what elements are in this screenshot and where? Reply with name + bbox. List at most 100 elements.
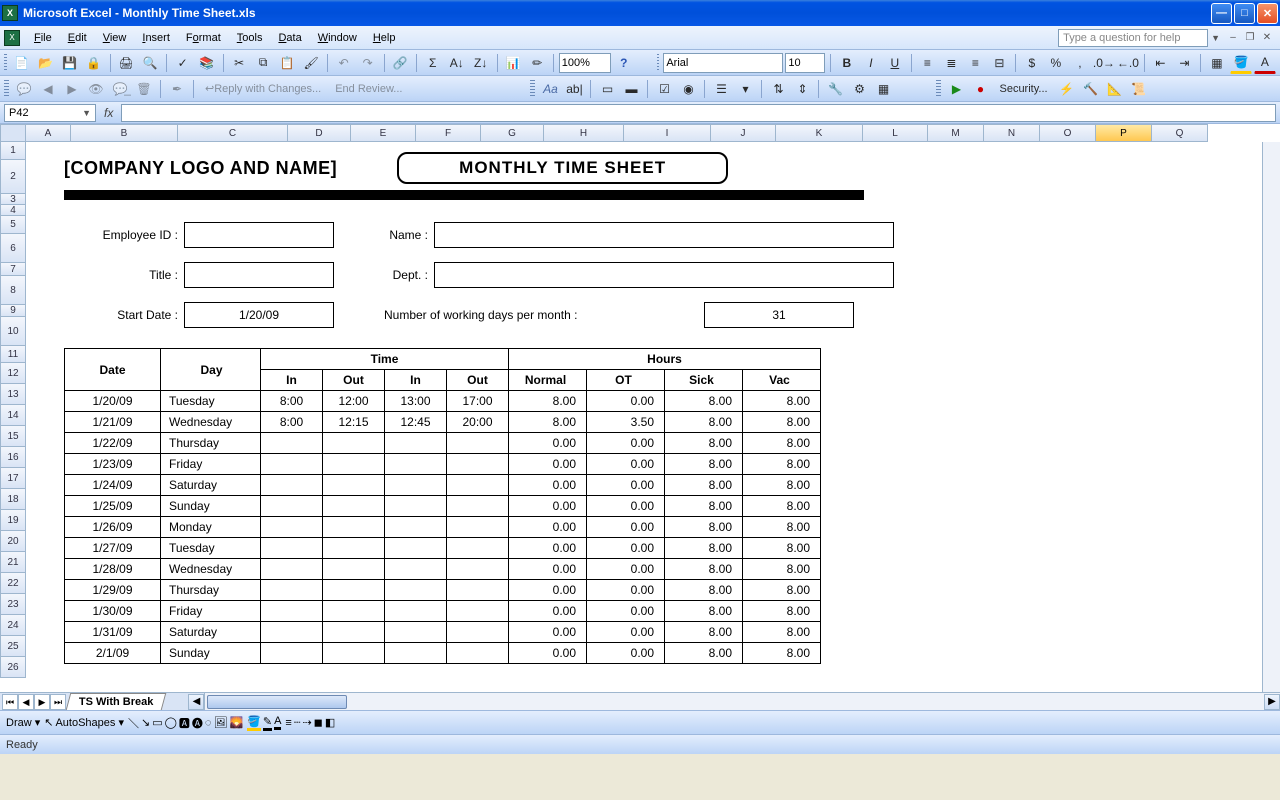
row-header-24[interactable]: 24 [0, 615, 26, 636]
row-header-26[interactable]: 26 [0, 657, 26, 678]
row-header-5[interactable]: 5 [0, 216, 26, 234]
cell[interactable]: 8.00 [665, 412, 743, 433]
cell[interactable]: Thursday [161, 580, 261, 601]
row-header-2[interactable]: 2 [0, 160, 26, 194]
cell[interactable]: 0.00 [587, 559, 665, 580]
cell[interactable]: 0.00 [509, 559, 587, 580]
col-header-B[interactable]: B [71, 124, 178, 142]
cell[interactable] [323, 475, 385, 496]
row-header-21[interactable]: 21 [0, 552, 26, 573]
increase-indent-icon[interactable]: ⇥ [1173, 52, 1195, 74]
cell[interactable] [323, 559, 385, 580]
scroll-left-icon[interactable]: ◀ [188, 694, 204, 710]
col-header-L[interactable]: L [863, 124, 928, 142]
cell[interactable]: 0.00 [587, 580, 665, 601]
cell[interactable]: 8.00 [665, 538, 743, 559]
toggle-grid-icon[interactable]: ▦ [872, 78, 894, 100]
cell[interactable] [323, 496, 385, 517]
cell[interactable] [447, 643, 509, 664]
show-all-comments-icon[interactable]: 💬̲ [109, 78, 131, 100]
row-header-13[interactable]: 13 [0, 384, 26, 405]
textbox-icon[interactable]: 🅰 [179, 715, 190, 731]
cell[interactable] [261, 622, 323, 643]
cell[interactable]: Sunday [161, 496, 261, 517]
cell[interactable]: 1/29/09 [65, 580, 161, 601]
cut-icon[interactable]: ✂ [228, 52, 250, 74]
zoom-combo[interactable] [559, 53, 611, 73]
cell[interactable] [323, 517, 385, 538]
col-header-O[interactable]: O [1040, 124, 1096, 142]
cell[interactable] [323, 580, 385, 601]
cell[interactable]: 8.00 [743, 433, 821, 454]
cell[interactable]: 1/22/09 [65, 433, 161, 454]
cell[interactable]: Sunday [161, 643, 261, 664]
cell[interactable] [447, 580, 509, 601]
cell[interactable]: 1/21/09 [65, 412, 161, 433]
cell[interactable]: 1/23/09 [65, 454, 161, 475]
cell[interactable] [447, 601, 509, 622]
cell[interactable]: Wednesday [161, 559, 261, 580]
minimize-button[interactable]: — [1211, 3, 1232, 24]
cell[interactable]: 17:00 [447, 391, 509, 412]
cell[interactable]: 8.00 [665, 433, 743, 454]
row-header-20[interactable]: 20 [0, 531, 26, 552]
cell[interactable]: 13:00 [385, 391, 447, 412]
font-size-combo[interactable] [785, 53, 825, 73]
worksheet-content[interactable]: [COMPANY LOGO AND NAME] MONTHLY TIME SHE… [26, 142, 894, 664]
name-field[interactable] [434, 222, 894, 248]
dash-style-icon[interactable]: ┄ [294, 716, 301, 729]
security-button[interactable]: Security... [993, 78, 1053, 100]
tab-nav-prev-icon[interactable]: ◀ [18, 694, 34, 710]
cell[interactable] [261, 601, 323, 622]
cell[interactable]: Thursday [161, 433, 261, 454]
cell[interactable] [447, 454, 509, 475]
drawing-icon[interactable]: ✏ [526, 52, 548, 74]
row-header-6[interactable]: 6 [0, 234, 26, 263]
cell[interactable]: 8.00 [665, 622, 743, 643]
cell[interactable]: 1/20/09 [65, 391, 161, 412]
dept-field[interactable] [434, 262, 894, 288]
workbook-close-button[interactable]: ✕ [1260, 31, 1274, 45]
new-comment-icon[interactable]: 💬 [13, 78, 35, 100]
merge-center-icon[interactable]: ⊟ [988, 52, 1010, 74]
code-icon[interactable]: ⚙ [848, 78, 870, 100]
cell[interactable]: 12:15 [323, 412, 385, 433]
cell[interactable]: 0.00 [587, 601, 665, 622]
cell[interactable]: Saturday [161, 475, 261, 496]
toolbar-grip[interactable] [4, 54, 7, 72]
cell[interactable]: 0.00 [587, 454, 665, 475]
cell[interactable]: 0.00 [509, 601, 587, 622]
undo-icon[interactable]: ↶ [333, 52, 355, 74]
cell[interactable]: 8.00 [509, 412, 587, 433]
cell[interactable] [323, 622, 385, 643]
cell[interactable]: 0.00 [587, 391, 665, 412]
sheet-tab-active[interactable]: TS With Break [66, 693, 167, 710]
col-date[interactable]: Date [65, 349, 161, 391]
checkbox-control-icon[interactable]: ☑ [653, 78, 675, 100]
delete-comment-icon[interactable]: 🗑 [133, 78, 155, 100]
copy-icon[interactable]: ⧉ [252, 52, 274, 74]
col-day[interactable]: Day [161, 349, 261, 391]
design-mode-icon[interactable]: 📐 [1104, 78, 1126, 100]
cell[interactable]: Friday [161, 601, 261, 622]
option-control-icon[interactable]: ◉ [677, 78, 699, 100]
cell[interactable]: 0.00 [587, 622, 665, 643]
fill-color-icon[interactable]: 🪣 [1230, 52, 1252, 74]
workbook-restore-button[interactable]: ❐ [1243, 31, 1257, 45]
col-time-group[interactable]: Time [261, 349, 509, 370]
cell[interactable] [261, 643, 323, 664]
help-icon[interactable]: ? [613, 52, 635, 74]
cell[interactable]: 8.00 [665, 475, 743, 496]
title-field[interactable] [184, 262, 334, 288]
col-hours-group[interactable]: Hours [509, 349, 821, 370]
cell[interactable]: 8.00 [665, 496, 743, 517]
cell[interactable]: 1/28/09 [65, 559, 161, 580]
table-row[interactable]: 1/27/09Tuesday0.000.008.008.00 [65, 538, 821, 559]
cell[interactable] [323, 643, 385, 664]
arrow-style-icon[interactable]: ⇢ [302, 716, 311, 729]
start-date-field[interactable]: 1/20/09 [184, 302, 334, 328]
cell[interactable] [385, 643, 447, 664]
menu-tools[interactable]: Tools [229, 29, 271, 47]
cell[interactable]: 8.00 [743, 580, 821, 601]
cell[interactable]: 8.00 [743, 517, 821, 538]
